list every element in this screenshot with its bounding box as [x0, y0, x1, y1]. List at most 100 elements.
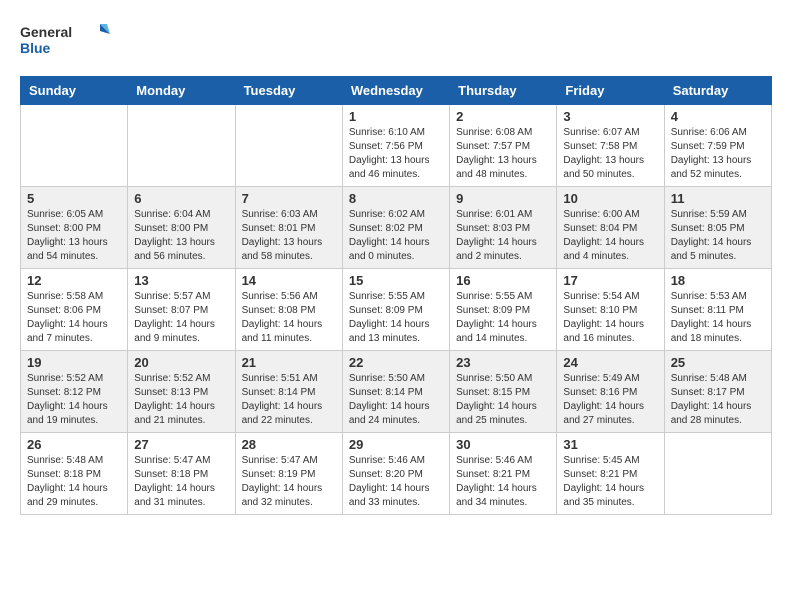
calendar-cell: 7Sunrise: 6:03 AM Sunset: 8:01 PM Daylig… [235, 187, 342, 269]
day-number: 1 [349, 109, 443, 124]
day-number: 28 [242, 437, 336, 452]
day-number: 29 [349, 437, 443, 452]
calendar-cell: 24 Sunrise: 5:49 AM Sunset: 8:16 PM Dayli… [557, 351, 664, 433]
weekday-header-sunday: Sunday [21, 77, 128, 105]
page-header: General Blue [20, 20, 772, 60]
day-info: Sunrise: 5:53 AM Sunset: 8:11 PM Dayligh… [671, 290, 765, 346]
day-info: Sunrise: 5:55 AM Sunset: 8:09 PM Dayligh… [349, 290, 443, 346]
calendar-cell: 22 Sunrise: 5:50 AM Sunset: 8:14 PM Dayli… [342, 351, 449, 433]
day-number: 11 [671, 191, 765, 206]
day-info: Sunrise: 5:49 AM Sunset: 8:16 PM Dayligh… [563, 372, 657, 428]
calendar-cell: 28 Sunrise: 5:47 AM Sunset: 8:19 PM Dayli… [235, 433, 342, 515]
day-number: 16 [456, 273, 550, 288]
day-info: Sunrise: 6:04 AM Sunset: 8:00 PM Dayligh… [134, 208, 228, 264]
day-info: Sunrise: 6:03 AM Sunset: 8:01 PM Dayligh… [242, 208, 336, 264]
logo: General Blue [20, 20, 110, 60]
day-info: Sunrise: 5:50 AM Sunset: 8:15 PM Dayligh… [456, 372, 550, 428]
day-info: Sunrise: 6:10 AM Sunset: 7:56 PM Dayligh… [349, 126, 443, 182]
calendar-cell: 23 Sunrise: 5:50 AM Sunset: 8:15 PM Dayli… [450, 351, 557, 433]
day-number: 20 [134, 355, 228, 370]
day-number: 15 [349, 273, 443, 288]
calendar-cell: 19 Sunrise: 5:52 AM Sunset: 8:12 PM Dayli… [21, 351, 128, 433]
calendar-cell: 16 Sunrise: 5:55 AM Sunset: 8:09 PM Dayli… [450, 269, 557, 351]
day-number: 23 [456, 355, 550, 370]
calendar-cell: 14 Sunrise: 5:56 AM Sunset: 8:08 PM Dayli… [235, 269, 342, 351]
day-info: Sunrise: 5:55 AM Sunset: 8:09 PM Dayligh… [456, 290, 550, 346]
calendar-cell: 29 Sunrise: 5:46 AM Sunset: 8:20 PM Dayli… [342, 433, 449, 515]
calendar-cell: 17Sunrise: 5:54 AM Sunset: 8:10 PM Dayli… [557, 269, 664, 351]
day-number: 21 [242, 355, 336, 370]
logo-icon: General Blue [20, 20, 110, 60]
calendar-table: SundayMondayTuesdayWednesdayThursdayFrid… [20, 76, 772, 515]
day-number: 31 [563, 437, 657, 452]
day-number: 8 [349, 191, 443, 206]
day-info: Sunrise: 5:51 AM Sunset: 8:14 PM Dayligh… [242, 372, 336, 428]
day-info: Sunrise: 6:05 AM Sunset: 8:00 PM Dayligh… [27, 208, 121, 264]
day-number: 26 [27, 437, 121, 452]
day-number: 6 [134, 191, 228, 206]
calendar-cell: 2Sunrise: 6:08 AM Sunset: 7:57 PM Daylig… [450, 105, 557, 187]
day-info: Sunrise: 5:57 AM Sunset: 8:07 PM Dayligh… [134, 290, 228, 346]
day-number: 24 [563, 355, 657, 370]
day-number: 5 [27, 191, 121, 206]
day-number: 9 [456, 191, 550, 206]
weekday-header-monday: Monday [128, 77, 235, 105]
day-info: Sunrise: 6:00 AM Sunset: 8:04 PM Dayligh… [563, 208, 657, 264]
day-number: 12 [27, 273, 121, 288]
day-info: Sunrise: 5:48 AM Sunset: 8:17 PM Dayligh… [671, 372, 765, 428]
weekday-header-saturday: Saturday [664, 77, 771, 105]
calendar-cell: 26 Sunrise: 5:48 AM Sunset: 8:18 PM Dayli… [21, 433, 128, 515]
calendar-cell: 31 Sunrise: 5:45 AM Sunset: 8:21 PM Dayli… [557, 433, 664, 515]
weekday-header-tuesday: Tuesday [235, 77, 342, 105]
calendar-cell: 21 Sunrise: 5:51 AM Sunset: 8:14 PM Dayli… [235, 351, 342, 433]
day-number: 19 [27, 355, 121, 370]
day-info: Sunrise: 5:50 AM Sunset: 8:14 PM Dayligh… [349, 372, 443, 428]
day-number: 30 [456, 437, 550, 452]
calendar-cell: 5 Sunrise: 6:05 AM Sunset: 8:00 PM Daylig… [21, 187, 128, 269]
calendar-cell [128, 105, 235, 187]
day-info: Sunrise: 5:59 AM Sunset: 8:05 PM Dayligh… [671, 208, 765, 264]
weekday-header-thursday: Thursday [450, 77, 557, 105]
day-info: Sunrise: 5:52 AM Sunset: 8:13 PM Dayligh… [134, 372, 228, 428]
day-info: Sunrise: 5:47 AM Sunset: 8:19 PM Dayligh… [242, 454, 336, 510]
calendar-cell: 12Sunrise: 5:58 AM Sunset: 8:06 PM Dayli… [21, 269, 128, 351]
day-number: 14 [242, 273, 336, 288]
calendar-cell [235, 105, 342, 187]
day-number: 27 [134, 437, 228, 452]
calendar-cell: 1 Sunrise: 6:10 AM Sunset: 7:56 PM Daylig… [342, 105, 449, 187]
day-number: 13 [134, 273, 228, 288]
day-number: 17 [563, 273, 657, 288]
svg-text:General: General [20, 24, 72, 40]
calendar-cell: 6 Sunrise: 6:04 AM Sunset: 8:00 PM Daylig… [128, 187, 235, 269]
calendar-cell: 18 Sunrise: 5:53 AM Sunset: 8:11 PM Dayli… [664, 269, 771, 351]
weekday-header-friday: Friday [557, 77, 664, 105]
calendar-cell: 8 Sunrise: 6:02 AM Sunset: 8:02 PM Daylig… [342, 187, 449, 269]
day-number: 22 [349, 355, 443, 370]
day-info: Sunrise: 6:06 AM Sunset: 7:59 PM Dayligh… [671, 126, 765, 182]
day-info: Sunrise: 5:45 AM Sunset: 8:21 PM Dayligh… [563, 454, 657, 510]
day-info: Sunrise: 5:48 AM Sunset: 8:18 PM Dayligh… [27, 454, 121, 510]
day-info: Sunrise: 6:07 AM Sunset: 7:58 PM Dayligh… [563, 126, 657, 182]
day-number: 18 [671, 273, 765, 288]
calendar-week-row: 12Sunrise: 5:58 AM Sunset: 8:06 PM Dayli… [21, 269, 772, 351]
calendar-week-row: 1 Sunrise: 6:10 AM Sunset: 7:56 PM Daylig… [21, 105, 772, 187]
day-number: 4 [671, 109, 765, 124]
day-number: 25 [671, 355, 765, 370]
calendar-cell [664, 433, 771, 515]
day-info: Sunrise: 5:46 AM Sunset: 8:20 PM Dayligh… [349, 454, 443, 510]
day-info: Sunrise: 5:56 AM Sunset: 8:08 PM Dayligh… [242, 290, 336, 346]
day-number: 3 [563, 109, 657, 124]
calendar-cell: 27Sunrise: 5:47 AM Sunset: 8:18 PM Dayli… [128, 433, 235, 515]
calendar-cell: 25 Sunrise: 5:48 AM Sunset: 8:17 PM Dayli… [664, 351, 771, 433]
day-info: Sunrise: 5:52 AM Sunset: 8:12 PM Dayligh… [27, 372, 121, 428]
day-number: 10 [563, 191, 657, 206]
day-info: Sunrise: 5:46 AM Sunset: 8:21 PM Dayligh… [456, 454, 550, 510]
calendar-cell: 13 Sunrise: 5:57 AM Sunset: 8:07 PM Dayli… [128, 269, 235, 351]
calendar-cell [21, 105, 128, 187]
calendar-cell: 15 Sunrise: 5:55 AM Sunset: 8:09 PM Dayli… [342, 269, 449, 351]
day-info: Sunrise: 6:02 AM Sunset: 8:02 PM Dayligh… [349, 208, 443, 264]
calendar-cell: 9Sunrise: 6:01 AM Sunset: 8:03 PM Daylig… [450, 187, 557, 269]
calendar-cell: 20 Sunrise: 5:52 AM Sunset: 8:13 PM Dayli… [128, 351, 235, 433]
day-info: Sunrise: 6:08 AM Sunset: 7:57 PM Dayligh… [456, 126, 550, 182]
calendar-week-row: 26 Sunrise: 5:48 AM Sunset: 8:18 PM Dayli… [21, 433, 772, 515]
